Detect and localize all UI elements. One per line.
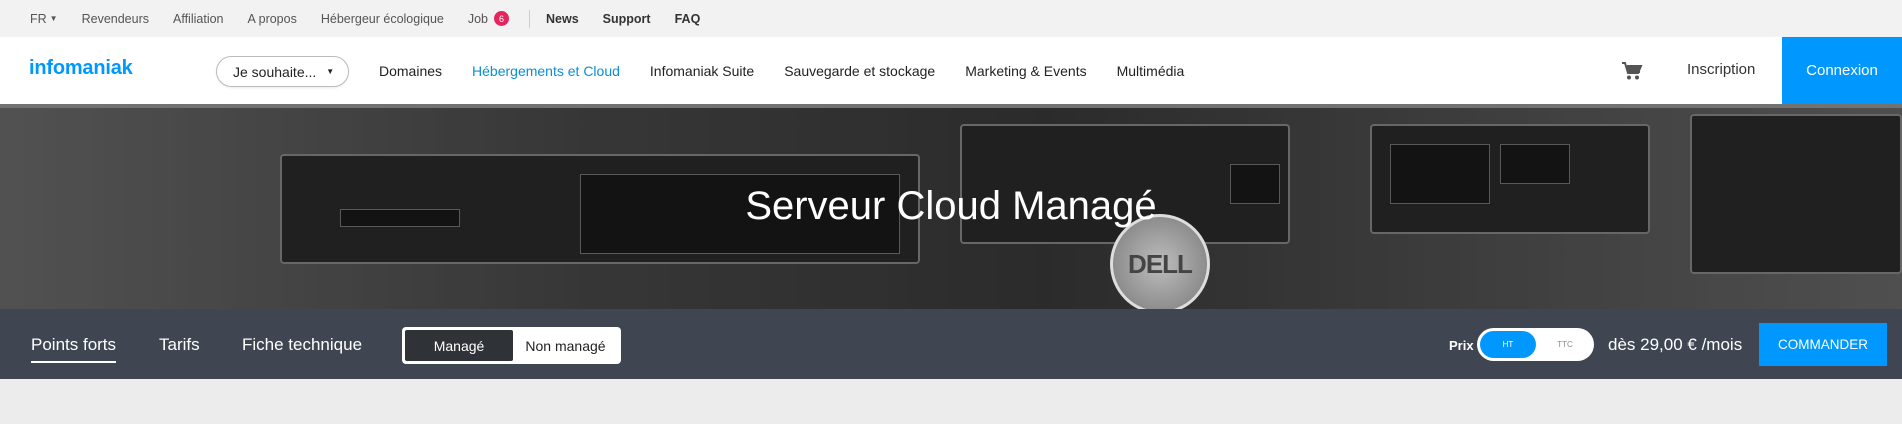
language-selector[interactable]: FR ▼	[30, 12, 58, 26]
caret-down-icon: ▼	[49, 14, 58, 23]
je-souhaite-dropdown[interactable]: Je souhaite... ▼	[216, 56, 349, 87]
segment-manage[interactable]: Managé	[405, 330, 513, 361]
job-label: Job	[467, 11, 489, 26]
toggle-ttc[interactable]: TTC	[1539, 331, 1591, 358]
link-revendeurs[interactable]: Revendeurs	[82, 12, 149, 26]
menu-multimedia[interactable]: Multimédia	[1117, 63, 1185, 79]
logo[interactable]: infomaniak	[29, 57, 133, 80]
cart-icon[interactable]	[1621, 61, 1643, 81]
link-a-propos[interactable]: A propos	[248, 12, 297, 26]
main-menu: Domaines Hébergements et Cloud Infomania…	[379, 37, 1214, 104]
segment-non-manage[interactable]: Non managé	[513, 330, 618, 361]
tab-fiche-technique[interactable]: Fiche technique	[242, 335, 362, 355]
link-job[interactable]: Job 6	[467, 11, 510, 26]
hero-banner: DELL Serveur Cloud Managé	[0, 104, 1902, 309]
link-news[interactable]: News	[546, 12, 579, 26]
menu-marketing-events[interactable]: Marketing & Events	[965, 63, 1086, 79]
order-button[interactable]: COMMANDER	[1759, 323, 1887, 366]
login-button[interactable]: Connexion	[1782, 37, 1902, 104]
menu-hebergements-cloud[interactable]: Hébergements et Cloud	[472, 63, 620, 79]
caret-down-icon: ▼	[326, 67, 335, 76]
toggle-ht[interactable]: HT	[1480, 331, 1536, 358]
menu-sauvegarde-stockage[interactable]: Sauvegarde et stockage	[784, 63, 935, 79]
link-faq[interactable]: FAQ	[675, 12, 701, 26]
divider	[529, 9, 531, 28]
content-area	[0, 379, 1902, 424]
link-affiliation[interactable]: Affiliation	[173, 12, 224, 26]
signup-link[interactable]: Inscription	[1687, 61, 1755, 78]
price-value: dès 29,00 € /mois	[1608, 335, 1743, 354]
tab-points-forts[interactable]: Points forts	[31, 335, 117, 363]
page-title: Serveur Cloud Managé	[745, 184, 1157, 228]
menu-domaines[interactable]: Domaines	[379, 63, 442, 79]
tab-tarifs[interactable]: Tarifs	[159, 335, 200, 355]
product-subnav: Points forts Tarifs Fiche technique Mana…	[0, 309, 1902, 379]
job-count-badge: 6	[494, 11, 510, 26]
menu-infomaniak-suite[interactable]: Infomaniak Suite	[650, 63, 754, 79]
utility-bar: FR ▼ Revendeurs Affiliation A propos Héb…	[0, 0, 1902, 37]
link-hebergeur-ecologique[interactable]: Hébergeur écologique	[321, 12, 444, 26]
main-nav: infomaniak Je souhaite... ▼ Domaines Héb…	[0, 37, 1902, 104]
je-souhaite-label: Je souhaite...	[233, 63, 317, 80]
language-label: FR	[30, 11, 47, 26]
price-label: Prix	[1449, 338, 1474, 353]
link-support[interactable]: Support	[603, 12, 651, 26]
management-segment: Managé Non managé	[402, 327, 621, 364]
tax-toggle[interactable]: HT TTC	[1477, 328, 1594, 361]
